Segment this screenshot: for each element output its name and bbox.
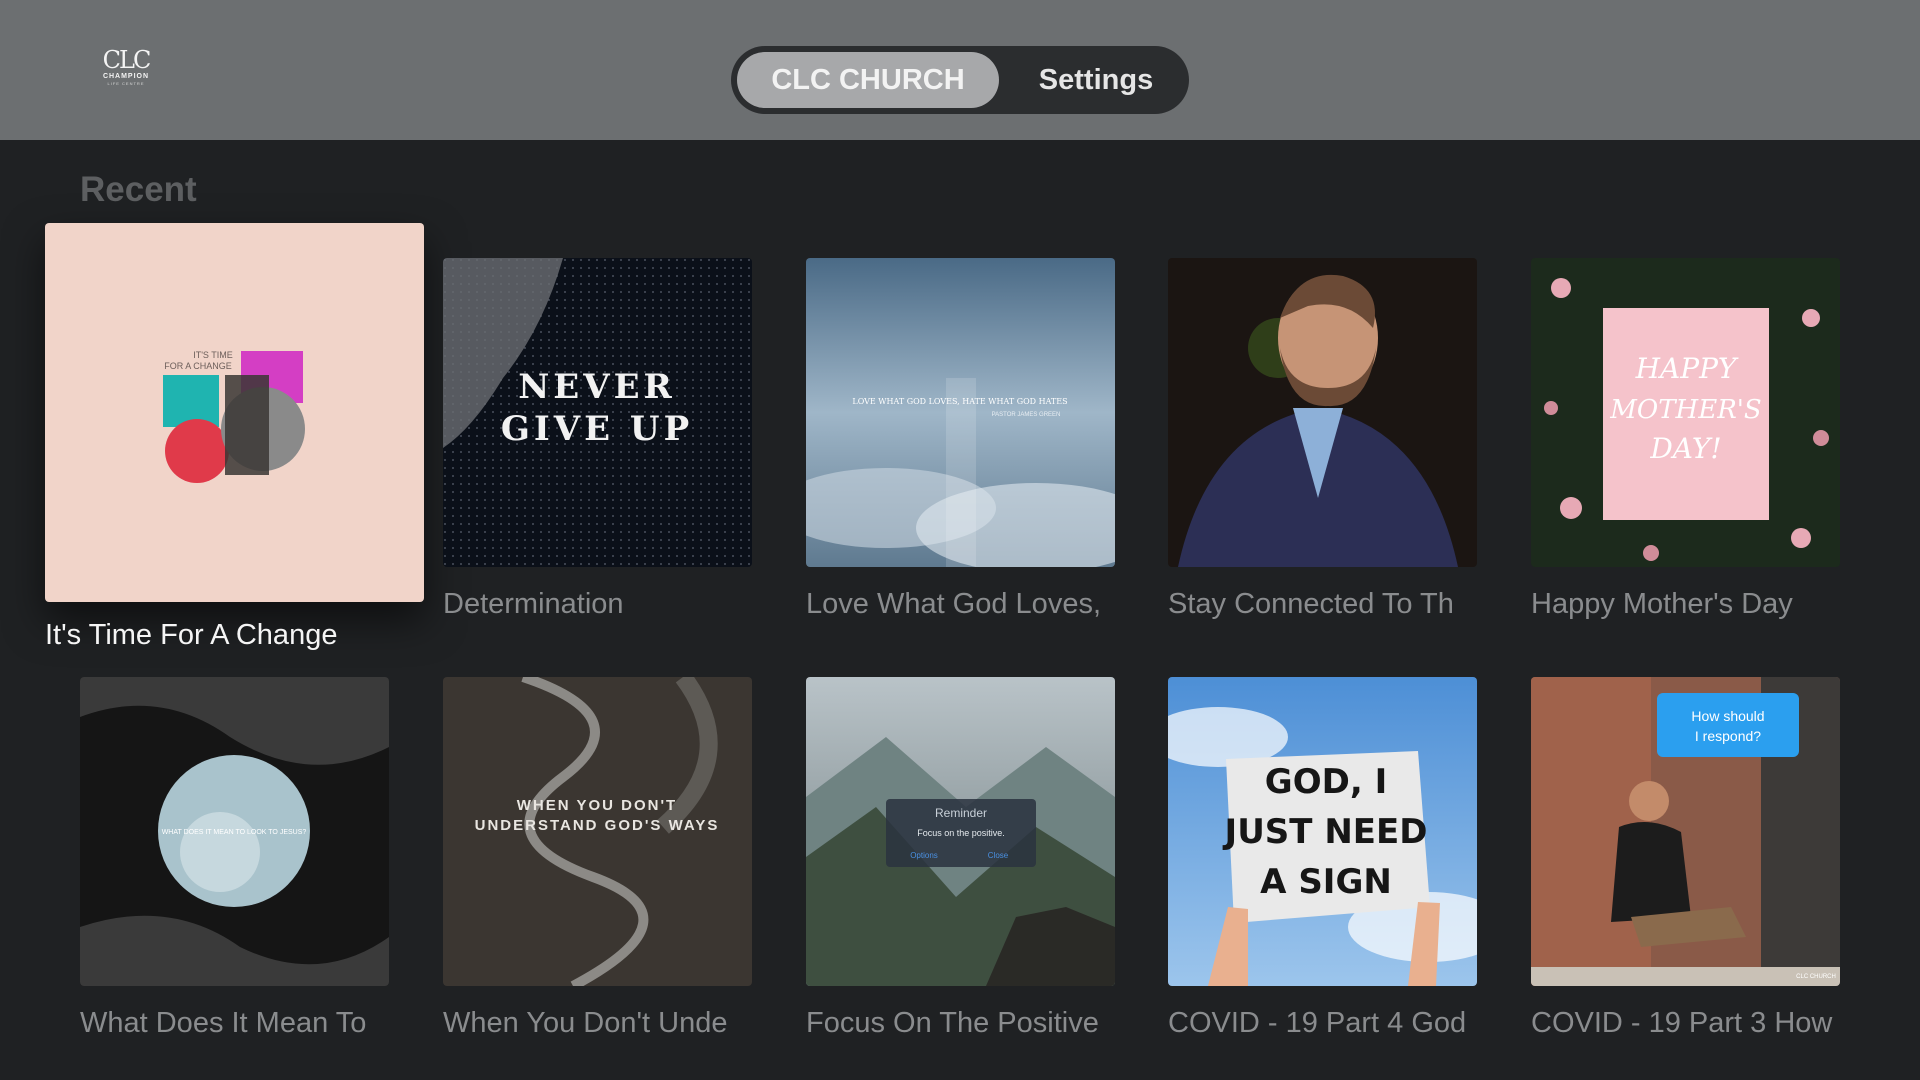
art-text-line: NEVER — [518, 367, 676, 407]
top-bar: CLC CHAMPION LIFE CENTRE CLC CHURCH Sett… — [0, 0, 1920, 140]
logo-mark: CLC — [102, 46, 152, 74]
sermon-thumbnail: WHEN YOU DON'T UNDERSTAND GOD'S WAYS — [443, 677, 752, 986]
art-text-line: WHEN YOU DON'T — [517, 797, 677, 814]
section-title-recent: Recent — [80, 170, 197, 209]
art-text-line: Focus on the positive. — [917, 828, 1005, 838]
sermon-thumbnail: NEVER GIVE UP — [443, 258, 752, 567]
art-text-line: PASTOR JAMES GREEN — [992, 412, 1061, 418]
sermon-thumbnail: LOVE WHAT GOD LOVES, HATE WHAT GOD HATES… — [806, 258, 1115, 567]
art-text-line: IT'S TIME — [193, 350, 233, 360]
clc-logo: CLC CHAMPION LIFE CENTRE — [96, 48, 156, 90]
sermon-title: Determination — [443, 588, 624, 620]
art-text-line: Reminder — [935, 806, 987, 820]
sermon-title: COVID - 19 Part 4 God — [1168, 1007, 1467, 1039]
art-text-line: WHAT DOES IT MEAN TO LOOK TO JESUS? — [162, 829, 307, 836]
art-text-line: LOVE WHAT GOD LOVES, HATE WHAT GOD HATES — [852, 397, 1067, 406]
art-text-line: DAY! — [1649, 432, 1721, 465]
art-text-line: UNDERSTAND GOD'S WAYS — [475, 817, 720, 834]
art-text-line: CLC CHURCH — [1796, 974, 1836, 980]
art-text-line: A SIGN — [1260, 862, 1392, 902]
art-text-line: How should — [1691, 708, 1764, 724]
tab-bar: CLC CHURCH Settings — [731, 46, 1189, 114]
sermon-thumbnail: WHAT DOES IT MEAN TO LOOK TO JESUS? — [80, 677, 389, 986]
sermon-thumbnail: IT'S TIME FOR A CHANGE — [45, 223, 424, 602]
art-text-line: FOR A CHANGE — [164, 361, 232, 371]
art-text-line: Close — [988, 851, 1009, 860]
sermon-title: Focus On The Positive — [806, 1007, 1099, 1039]
art-text-line: MOTHER'S — [1609, 395, 1761, 425]
sermon-thumbnail: How should I respond? CLC CHURCH — [1531, 677, 1840, 986]
art-text-line: GOD, I — [1265, 762, 1387, 802]
sermon-title: It's Time For A Change — [45, 619, 338, 651]
sermon-title: COVID - 19 Part 3 How — [1531, 1007, 1833, 1039]
sermon-title: Love What God Loves, — [806, 588, 1101, 620]
sermon-title: What Does It Mean To — [80, 1007, 367, 1039]
sermon-title: Stay Connected To Th — [1168, 588, 1454, 620]
logo-wordmark: CHAMPION — [102, 73, 150, 80]
logo-subtitle: LIFE CENTRE — [107, 81, 145, 86]
sermon-thumbnail: Reminder Focus on the positive. Options … — [806, 677, 1115, 986]
sermon-title: Happy Mother's Day — [1531, 588, 1793, 620]
tab-settings[interactable]: Settings — [1011, 52, 1181, 108]
art-text-line: Options — [910, 851, 938, 860]
sermon-thumbnail: HAPPY MOTHER'S DAY! — [1531, 258, 1840, 567]
sermon-thumbnail: GOD, I JUST NEED A SIGN — [1168, 677, 1477, 986]
art-text-line: I respond? — [1695, 728, 1761, 744]
art-text-line: GIVE UP — [501, 409, 693, 449]
tab-clc-church[interactable]: CLC CHURCH — [737, 52, 999, 108]
sermon-title: When You Don't Unde — [443, 1007, 728, 1039]
art-text-line: HAPPY — [1635, 352, 1739, 385]
sermon-thumbnail — [1168, 258, 1477, 567]
art-text-line: JUST NEED — [1223, 812, 1428, 852]
